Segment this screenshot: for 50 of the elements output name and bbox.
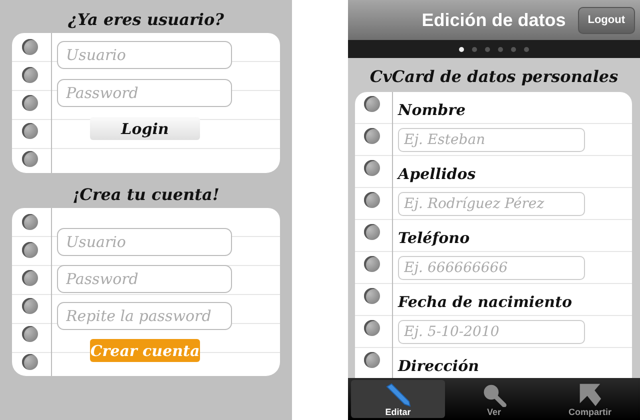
binder-hole-icon xyxy=(22,67,38,83)
binder-hole-icon xyxy=(22,95,38,111)
logout-button[interactable]: Logout xyxy=(578,6,635,34)
binder-hole-icon xyxy=(22,123,38,139)
binder-hole-icon xyxy=(22,354,38,370)
binder-hole-icon xyxy=(22,242,38,258)
field-label: Apellidos xyxy=(398,164,477,185)
binder-hole-icon xyxy=(22,214,38,230)
binder-hole-icon xyxy=(364,320,380,336)
binder-hole-icon xyxy=(364,160,380,176)
login-button[interactable]: Login xyxy=(90,117,200,140)
binder-hole-icon xyxy=(364,192,380,208)
input-field[interactable]: Ej. 666666666 xyxy=(398,256,585,280)
input-field[interactable]: Ej. Rodríguez Pérez xyxy=(398,192,585,216)
input-field[interactable]: Ej. 5-10-2010 xyxy=(398,320,585,344)
tab[interactable]: Editar xyxy=(351,380,445,418)
section-title: ¡Crea tu cuenta! xyxy=(72,184,220,206)
binder-hole-icon xyxy=(22,270,38,286)
section-title: ¿Ya eres usuario? xyxy=(68,9,224,31)
binder-hole-icon xyxy=(364,128,380,144)
page-heading: CvCard de datos personales xyxy=(368,66,620,88)
pencil-icon xyxy=(384,383,412,407)
field-label: Dirección xyxy=(398,356,480,377)
page-dot[interactable] xyxy=(524,46,529,52)
page-dot[interactable] xyxy=(511,46,516,52)
page-dot[interactable] xyxy=(472,46,477,52)
field-label: Teléfono xyxy=(398,228,471,249)
binder-hole-icon xyxy=(364,96,380,112)
binder-hole-icon xyxy=(364,352,380,368)
field-label: Nombre xyxy=(398,100,467,121)
binder-hole-icon xyxy=(22,39,38,55)
page-dot[interactable] xyxy=(498,46,503,52)
nav-title: Edición de datos xyxy=(422,10,566,30)
binder-hole-icon xyxy=(22,151,38,167)
binder-hole-icon xyxy=(22,298,38,314)
input-field[interactable]: Repite la password xyxy=(57,302,232,330)
page-dot[interactable] xyxy=(485,46,490,52)
field-label: Fecha de nacimiento xyxy=(398,292,574,313)
tab[interactable]: Compartir xyxy=(543,380,637,418)
input-field[interactable]: Password xyxy=(57,265,232,293)
tab[interactable]: Ver xyxy=(447,380,541,418)
binder-hole-icon xyxy=(364,288,380,304)
input-field[interactable]: Usuario xyxy=(57,228,232,256)
input-field[interactable]: Usuario xyxy=(57,41,232,69)
input-field[interactable]: Password xyxy=(57,79,232,107)
page-dot[interactable] xyxy=(459,46,464,52)
binder-hole-icon xyxy=(364,224,380,240)
binder-hole-icon xyxy=(364,256,380,272)
input-field[interactable]: Ej. Esteban xyxy=(398,128,585,152)
binder-hole-icon xyxy=(22,326,38,342)
